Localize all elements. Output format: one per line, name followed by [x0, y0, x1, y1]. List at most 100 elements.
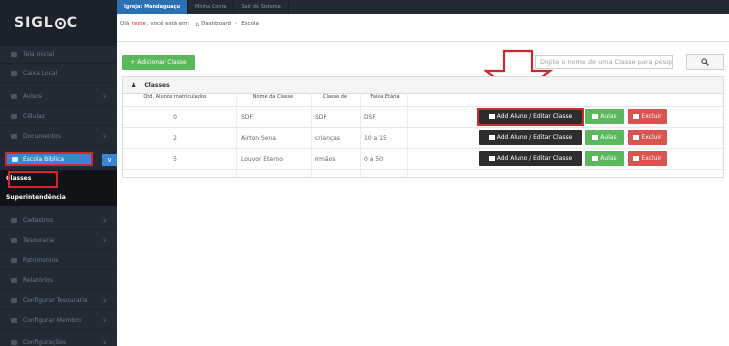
button-label: Add Aluno / Editar Classe: [496, 134, 573, 141]
button-label: Excluir: [641, 113, 662, 120]
row-divider: [123, 169, 723, 170]
cell-faixa: 0 a 50: [364, 155, 383, 163]
sidebar-item[interactable]: Configurar Membro ∨: [0, 311, 117, 330]
breadcrumb-separator: ›: [235, 21, 238, 27]
menu-icon: [11, 257, 17, 263]
classes-highlight-box: [8, 171, 58, 188]
search-icon: [701, 58, 709, 66]
menu-icon: [11, 339, 17, 345]
sidebar-item-label: Avisos: [23, 92, 42, 100]
sidebar-item[interactable]: Caixa Local: [0, 64, 117, 83]
chevron-down-icon: ∨: [102, 133, 107, 140]
sidebar-item[interactable]: Células: [0, 107, 117, 126]
chevron-down-icon[interactable]: ∨: [102, 154, 117, 166]
sidebar-item[interactable]: Documentos ∨: [0, 127, 117, 146]
cell-nome: Airton Sena: [241, 134, 276, 142]
submenu-item-superintendencia[interactable]: Superintendência: [0, 190, 117, 205]
tab-label: Igreja: Mandaguaçu: [124, 4, 181, 10]
sidebar-item-label: Cadastros: [23, 216, 53, 224]
greeting-text: Olá: [120, 21, 130, 27]
sidebar-item-label: Patrimonios: [23, 256, 59, 264]
list-icon: [592, 156, 599, 161]
menu-icon: [11, 113, 17, 119]
list-icon: [488, 135, 495, 140]
close-icon: [633, 135, 640, 140]
tab-sair[interactable]: Sair do Sistema: [234, 0, 289, 14]
col-header-faixa: Faixa Etária: [370, 94, 400, 100]
aulas-button[interactable]: Aulas: [585, 130, 624, 145]
cell-classe: crianças: [315, 134, 341, 142]
sidebar-item-label: Documentos: [23, 132, 61, 140]
user-icon: ♟: [131, 81, 137, 89]
sidebar-item[interactable]: Avisos ∨: [0, 87, 117, 106]
button-label: Add Aluno / Editar Classe: [496, 155, 573, 162]
book-icon: [12, 156, 18, 162]
col-header-classe: Classe de: [322, 94, 348, 100]
panel-title: Classes: [144, 81, 170, 89]
edit-class-button[interactable]: Add Aluno / Editar Classe: [479, 151, 582, 166]
logo-tail: C: [66, 15, 78, 31]
cell-classe: SDF: [315, 113, 327, 121]
breadcrumb: Olá teste , você está em: ⌂ Dashboard › …: [120, 18, 259, 30]
delete-button[interactable]: Excluir: [628, 109, 667, 124]
menu-icon: [11, 217, 17, 223]
menu-icon: [11, 317, 17, 323]
user-link[interactable]: teste: [132, 21, 146, 27]
button-label: Excluir: [641, 155, 662, 162]
sidebar-item-label: Configurações: [23, 338, 66, 346]
sidebar-item-label: Células: [23, 112, 45, 120]
sidebar-item-label: Configurar Tesouraria: [23, 296, 88, 304]
sidebar-item-label: Configurar Membro: [23, 316, 82, 324]
col-header-nome: Nome da Classe: [252, 94, 294, 100]
sidebar-item[interactable]: Tesouraria ∨: [0, 231, 117, 250]
menu-icon: [11, 70, 17, 76]
sidebar-item[interactable]: Tela Inicial: [0, 45, 117, 64]
chevron-down-icon: ∨: [102, 317, 107, 324]
tab-minha-conta[interactable]: Minha Conta: [188, 0, 235, 14]
chevron-down-icon: ∨: [102, 297, 107, 304]
list-icon: [592, 114, 599, 119]
sidebar-item[interactable]: Relatórios: [0, 271, 117, 290]
tab-igreja[interactable]: Igreja: Mandaguaçu: [117, 0, 189, 14]
add-class-button[interactable]: + Adicionar Classe: [122, 55, 195, 70]
edit-button-highlight-box: [477, 108, 584, 126]
cell-nome: Louvor Eterno: [241, 155, 283, 163]
aulas-button[interactable]: Aulas: [585, 109, 624, 124]
delete-button[interactable]: Excluir: [628, 130, 667, 145]
sidebar-item[interactable]: Configurar Tesouraria ∨: [0, 291, 117, 310]
cell-faixa: 10 a 15: [364, 134, 387, 142]
sidebar-item[interactable]: Cadastros ∨: [0, 211, 117, 230]
sidebar-item[interactable]: Patrimonios: [0, 251, 117, 270]
button-label: Aulas: [600, 155, 617, 162]
button-label: Aulas: [600, 113, 617, 120]
chevron-down-icon: ∨: [102, 237, 107, 244]
breadcrumb-dashboard[interactable]: Dashboard: [201, 21, 231, 27]
menu-icon: [11, 277, 17, 283]
cell-qtd: 5: [173, 155, 177, 163]
chevron-down-icon: ∨: [102, 217, 107, 224]
sidebar-item[interactable]: Configurações ∨: [0, 333, 117, 346]
cell-faixa: DSF: [364, 113, 376, 121]
sigloc-logo[interactable]: SIGL C: [14, 15, 78, 31]
breadcrumb-current: Escola: [241, 21, 259, 27]
sidebar-item-label: Escola Biblica: [23, 155, 65, 163]
sidebar-item-label: Tesouraria: [23, 236, 54, 244]
search-button[interactable]: [686, 54, 724, 70]
menu-icon: [11, 297, 17, 303]
home-icon: ⌂: [195, 20, 200, 28]
delete-button[interactable]: Excluir: [628, 151, 667, 166]
cell-nome: SDF: [241, 113, 253, 121]
sidebar-item-escola-biblica[interactable]: Escola Biblica: [5, 152, 93, 166]
close-icon: [633, 114, 640, 119]
logo-area: SIGL C: [0, 0, 117, 46]
close-icon: [633, 156, 640, 161]
list-icon: [488, 156, 495, 161]
aulas-button[interactable]: Aulas: [585, 151, 624, 166]
location-text: , você está em:: [146, 21, 190, 27]
header-divider: [117, 41, 729, 42]
tab-label: Sair do Sistema: [241, 4, 281, 10]
chevron-down-icon: ∨: [102, 93, 107, 100]
edit-class-button[interactable]: Add Aluno / Editar Classe: [479, 130, 582, 145]
list-icon: [592, 135, 599, 140]
col-header-qtd: Qtd. Alunos matriculados: [143, 94, 207, 100]
